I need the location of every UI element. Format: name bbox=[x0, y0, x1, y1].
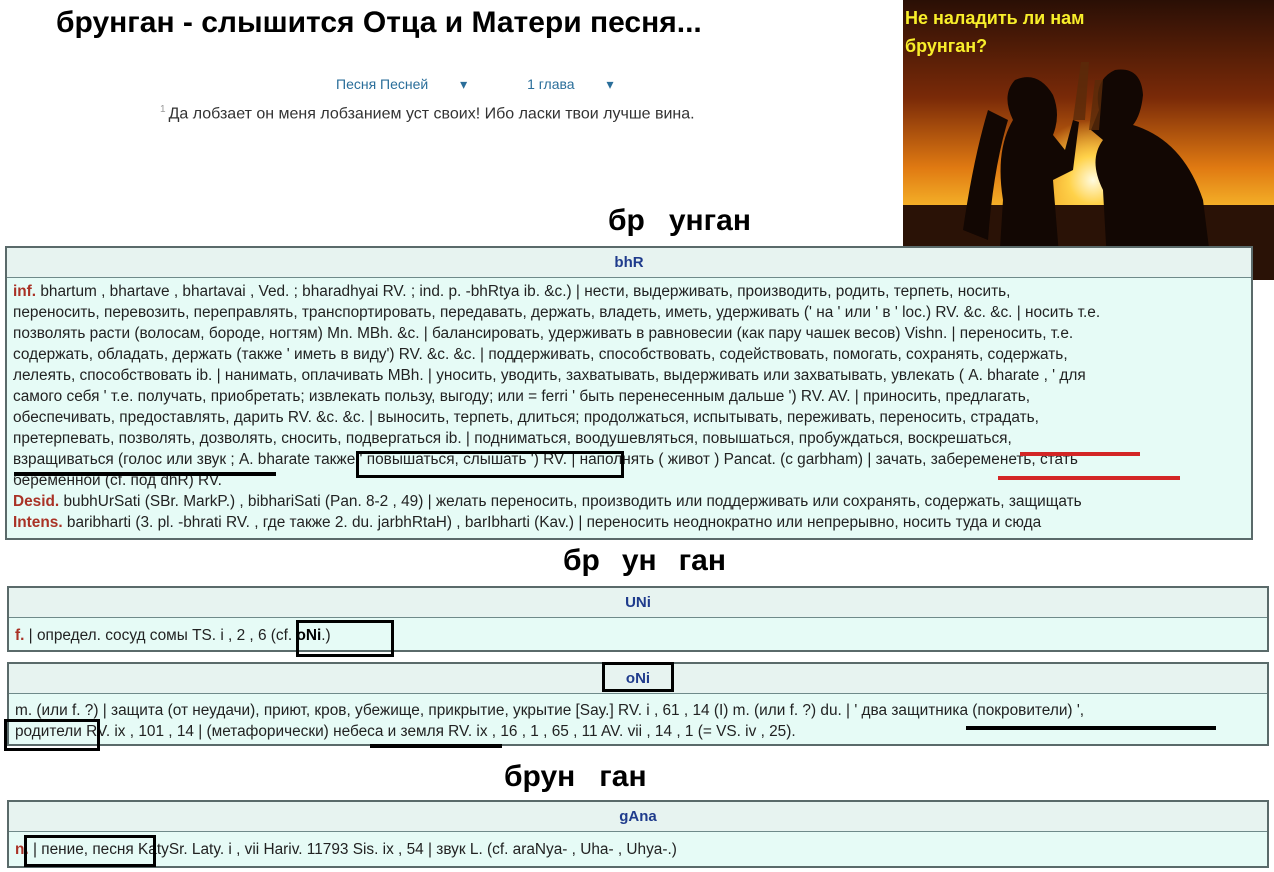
entry-gAna: gAna n. | пение, песня KatySr. Laty. i ,… bbox=[7, 800, 1269, 868]
entry-head: bhR bbox=[7, 248, 1251, 278]
entry-line: переносить, перевозить, переправлять, тр… bbox=[13, 304, 1101, 321]
entry-line: лелеять, способствовать ib. | нанимать, … bbox=[13, 367, 1086, 384]
black-underline bbox=[370, 744, 502, 748]
entry-head: gAna bbox=[9, 802, 1267, 832]
book-label: Песня Песней bbox=[336, 76, 429, 92]
entry-bhR: bhR inf. bhartum , bhartave , bhartavai … bbox=[5, 246, 1253, 540]
page-title: брунган - слышится Отца и Матери песня..… bbox=[56, 6, 702, 39]
entry-body: n. | пение, песня KatySr. Laty. i , vii … bbox=[9, 832, 1267, 863]
entry-line: m. (или f. ?) | защита (от неудачи), при… bbox=[15, 702, 1085, 719]
split-part: бр bbox=[608, 204, 645, 237]
entry-text: baribharti (3. pl. -bhrati RV. , где так… bbox=[66, 514, 1042, 531]
split-heading-2: бр ун ган bbox=[563, 544, 726, 578]
chapter-dropdown[interactable]: 1 глава ▾ bbox=[527, 76, 641, 92]
black-underline bbox=[966, 726, 1216, 730]
split-part: ган bbox=[599, 760, 647, 793]
split-heading-3: брун ган bbox=[504, 760, 647, 794]
split-part: брун bbox=[504, 760, 576, 793]
entry-text: bhartum , bhartave , bhartavai , Ved. ; … bbox=[40, 283, 1011, 300]
split-part: унган bbox=[668, 204, 751, 237]
book-dropdown[interactable]: Песня Песней ▾ bbox=[336, 76, 495, 92]
caret-down-icon: ▾ bbox=[460, 76, 468, 92]
red-underline bbox=[1020, 452, 1140, 456]
verse-text: Да лобзает он меня лобзанием уст своих! … bbox=[168, 105, 695, 123]
entry-line: inf. bhartum , bhartave , bhartavai , Ve… bbox=[13, 281, 1245, 302]
entry-line: родители RV. ix , 101 , 14 | (метафориче… bbox=[15, 723, 796, 740]
split-heading-1: бр унган bbox=[608, 204, 751, 238]
split-part: бр bbox=[563, 544, 600, 577]
verse-number: 1 bbox=[160, 104, 166, 115]
entry-body: m. (или f. ?) | защита (от неудачи), при… bbox=[9, 694, 1267, 745]
caret-down-icon: ▾ bbox=[606, 76, 614, 92]
gram-label: Intens. bbox=[13, 514, 63, 531]
black-underline bbox=[14, 472, 276, 476]
entry-line: самого себя ' т.е. получать, приобретать… bbox=[13, 388, 1031, 405]
highlight-box bbox=[602, 662, 674, 692]
verse: 1 Да лобзает он меня лобзанием уст своих!… bbox=[160, 104, 695, 123]
highlight-box bbox=[24, 835, 156, 867]
highlight-box bbox=[356, 451, 624, 478]
red-underline bbox=[998, 476, 1180, 480]
entry-head: UNi bbox=[9, 588, 1267, 618]
highlight-box bbox=[4, 719, 100, 751]
entry-text: | определ. сосуд сомы TS. i , 2 , 6 (cf. bbox=[24, 627, 297, 644]
entry-text: bubhUrSati (SBr. MarkP.) , bibhariSati (… bbox=[63, 493, 1082, 510]
entry-body: inf. bhartum , bhartave , bhartavai , Ve… bbox=[7, 278, 1251, 536]
split-part: ун bbox=[621, 544, 657, 577]
chapter-nav: Песня Песней ▾ 1 глава ▾ bbox=[336, 76, 669, 93]
entry-UNi: UNi f. | определ. сосуд сомы TS. i , 2 ,… bbox=[7, 586, 1269, 652]
entry-line: содержать, обладать, держать (также ' им… bbox=[13, 346, 1068, 363]
gram-label: inf. bbox=[13, 283, 37, 300]
gram-label: Desid. bbox=[13, 493, 60, 510]
chapter-label: 1 глава bbox=[527, 76, 575, 92]
entry-line: Desid. bubhUrSati (SBr. MarkP.) , bibhar… bbox=[13, 491, 1245, 512]
entry-line: претерпевать, позволять, дозволять, снос… bbox=[13, 430, 1012, 447]
photo-caption: Не наладить ли нам брунган? bbox=[905, 8, 1085, 56]
entry-body: f. | определ. сосуд сомы TS. i , 2 , 6 (… bbox=[9, 618, 1267, 649]
entry-line: обеспечивать, предоставлять, дарить RV. … bbox=[13, 409, 1039, 426]
entry-line: Intens. baribharti (3. pl. -bhrati RV. ,… bbox=[13, 512, 1245, 533]
gram-label: f. bbox=[15, 627, 25, 644]
entry-line: позволять расти (волосам, бороде, ногтям… bbox=[13, 325, 1074, 342]
highlight-box bbox=[296, 620, 394, 657]
split-part: ган bbox=[678, 544, 726, 577]
sunset-photo: Не наладить ли нам брунган? bbox=[903, 0, 1274, 280]
